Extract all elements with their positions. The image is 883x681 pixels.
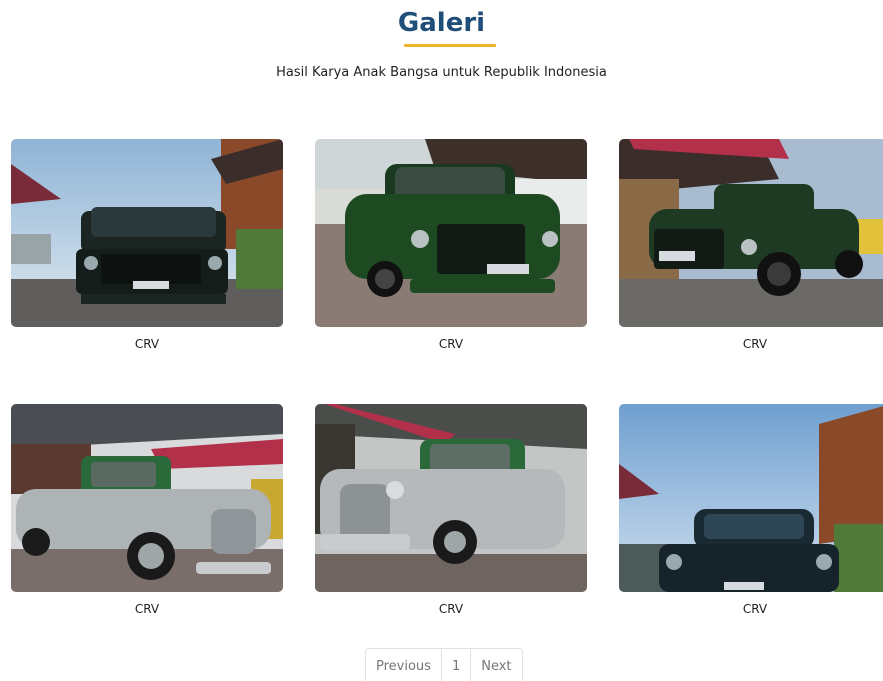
gallery-photo-black-truck[interactable] <box>11 139 283 327</box>
gallery-item-caption: CRV <box>742 337 768 351</box>
gallery-item[interactable]: CRV <box>619 139 883 351</box>
next-page-button[interactable]: Next <box>471 649 521 681</box>
page-title: Galeri <box>397 8 486 38</box>
gallery-item[interactable]: CRV <box>315 404 587 616</box>
gallery-photo-green-truck[interactable] <box>315 139 587 327</box>
page-subtitle: Hasil Karya Anak Bangsa untuk Republik I… <box>276 65 607 80</box>
gallery-photo-silver-truck[interactable] <box>11 404 283 592</box>
previous-page-button[interactable]: Previous <box>366 649 442 681</box>
gallery-item[interactable]: CRV <box>619 404 883 616</box>
pagination: Previous 1 Next <box>365 648 523 681</box>
gallery-item[interactable]: CRV <box>11 404 283 616</box>
title-underline <box>404 44 496 47</box>
gallery-photo-silver-truck-front[interactable] <box>315 404 587 592</box>
gallery-item[interactable]: CRV <box>11 139 283 351</box>
gallery-photo-green-truck-side[interactable] <box>619 139 883 327</box>
gallery-item-caption: CRV <box>742 602 768 616</box>
page-number-button[interactable]: 1 <box>442 649 472 681</box>
gallery-item-caption: CRV <box>438 337 464 351</box>
gallery-photo-dark-truck-sky[interactable] <box>619 404 883 592</box>
gallery-item-caption: CRV <box>134 602 160 616</box>
gallery-item[interactable]: CRV <box>315 139 587 351</box>
gallery-item-caption: CRV <box>438 602 464 616</box>
gallery-item-caption: CRV <box>134 337 160 351</box>
